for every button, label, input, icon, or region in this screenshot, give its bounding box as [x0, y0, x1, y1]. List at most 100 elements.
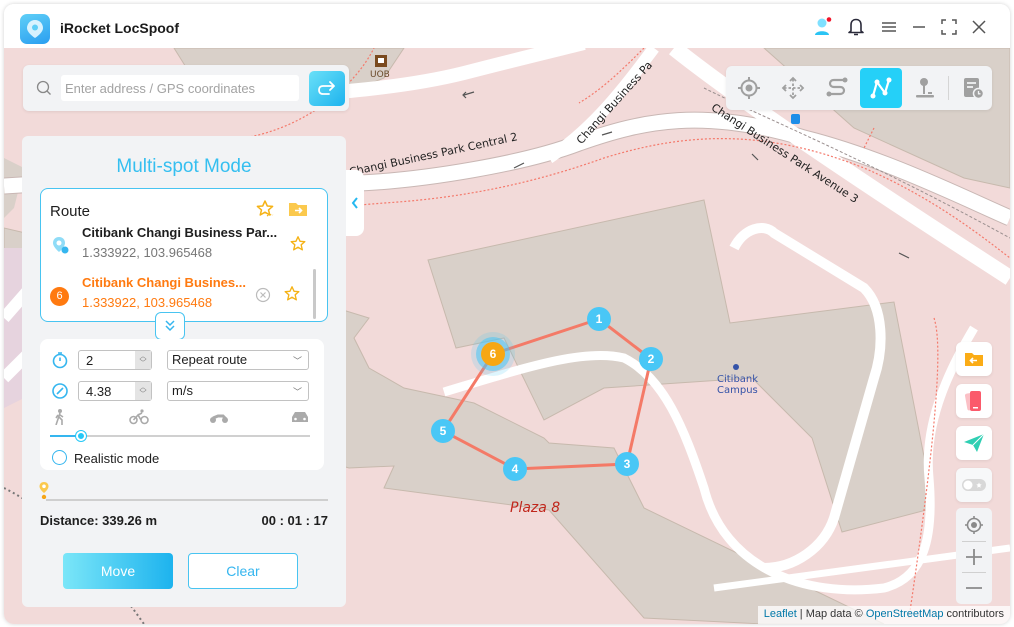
route-list: Route Citibank Changi Business Par... 1.… [40, 188, 328, 322]
chevron-left-icon [351, 197, 358, 209]
route-list-scrollbar[interactable] [313, 269, 316, 319]
duration-readout: 00 : 01 : 17 [261, 513, 329, 528]
minimize-icon[interactable] [908, 16, 930, 38]
locate-icon [965, 516, 983, 534]
waypoint-marker[interactable]: 4 [503, 457, 527, 481]
app-logo-icon [20, 14, 50, 44]
device-button[interactable] [956, 384, 992, 418]
multi-spot-panel: Multi-spot Mode Route Citibank Changi Bu… [22, 136, 346, 607]
toggle-icon [962, 479, 986, 491]
map-label-campus: Campus [717, 385, 758, 396]
redirect-arrow-icon [318, 80, 335, 95]
repeat-mode-select[interactable]: Repeat route ﹀ [167, 350, 309, 370]
zoom-controls [956, 508, 992, 604]
repeat-mode-value: Repeat route [172, 352, 248, 367]
bus-stop-icon [791, 114, 800, 124]
realistic-mode-label: Realistic mode [74, 451, 160, 466]
current-position-marker[interactable]: 6 [481, 342, 505, 366]
repeat-count-field[interactable]: ︿﹀ [78, 350, 152, 370]
device-icon [965, 391, 981, 411]
joystick-icon [916, 78, 934, 98]
search-input[interactable] [61, 75, 299, 101]
send-location-button[interactable] [956, 426, 992, 460]
collapse-panel-button[interactable] [346, 170, 364, 236]
leaflet-link[interactable]: Leaflet [764, 608, 797, 620]
chevron-down-icon: ﹀ [292, 387, 302, 397]
search-icon [36, 80, 51, 95]
route-label: Route [50, 203, 91, 220]
two-spot-mode-button[interactable] [816, 68, 858, 108]
favorite-star-icon[interactable] [289, 235, 307, 253]
map-canvas[interactable]: UOB Changi Business Park Central 2 Chang… [4, 48, 1010, 624]
joystick-move-mode-button[interactable] [772, 68, 814, 108]
speed-slider[interactable] [50, 431, 310, 441]
user-avatar-icon[interactable] [812, 16, 834, 38]
speed-slider-thumb[interactable] [76, 431, 87, 441]
toggle-button[interactable] [956, 468, 992, 502]
progress-pin-icon [39, 482, 49, 499]
favorite-star-icon[interactable] [283, 285, 301, 303]
remove-spot-icon[interactable] [255, 287, 271, 303]
route-item-start[interactable]: Citibank Changi Business Par... 1.333922… [41, 225, 313, 269]
close-icon[interactable] [968, 16, 990, 38]
history-button[interactable] [952, 68, 994, 108]
poi-dot-citibank [733, 364, 739, 370]
speed-input[interactable] [86, 383, 132, 399]
multi-spot-mode-button[interactable] [860, 68, 902, 108]
car-icon[interactable] [290, 409, 310, 425]
repeat-count-stepper[interactable]: ︿ ﹀ [135, 351, 151, 369]
speed-stepper[interactable]: ︿ ﹀ [135, 382, 151, 400]
send-icon [964, 433, 985, 452]
waypoint-marker[interactable]: 1 [587, 307, 611, 331]
import-route-folder-icon[interactable] [288, 199, 308, 219]
waypoint-marker[interactable]: 3 [615, 452, 639, 476]
chevron-down-icon: ﹀ [292, 356, 302, 366]
speedometer-icon [52, 383, 68, 399]
map-label-citibank: Citibank [717, 374, 759, 385]
history-icon [964, 78, 985, 100]
move-arrows-icon [781, 76, 805, 100]
start-location-icon [53, 237, 69, 254]
search-bar [23, 65, 349, 111]
waypoint-marker[interactable]: 2 [639, 347, 663, 371]
save-route-star-icon[interactable] [255, 199, 275, 219]
route-item-name: Citibank Changi Busines... [82, 275, 246, 290]
chevron-double-down-icon [165, 320, 175, 332]
toolbar-divider [948, 76, 949, 100]
locate-me-button[interactable] [956, 510, 992, 540]
map-label-uob: UOB [370, 70, 390, 80]
search-go-button[interactable] [309, 71, 345, 106]
joystick-mode-button[interactable] [904, 68, 946, 108]
menu-icon[interactable] [878, 16, 900, 38]
zoom-out-button[interactable] [956, 573, 992, 603]
import-folder-icon [965, 353, 983, 366]
expand-route-button[interactable] [155, 312, 185, 340]
zoom-in-button[interactable] [956, 542, 992, 572]
route-item-name: Citibank Changi Business Par... [82, 225, 278, 240]
route-item-coords: 1.333922, 103.965468 [82, 295, 213, 310]
map-attribution: Leaflet | Map data © OpenStreetMap contr… [757, 606, 1010, 624]
crosshair-icon [738, 77, 760, 99]
bell-icon[interactable] [845, 16, 867, 38]
zoom-out-icon [966, 587, 982, 589]
waypoint-marker[interactable]: 5 [431, 419, 455, 443]
clear-button[interactable]: Clear [188, 553, 298, 589]
realistic-mode-radio[interactable] [52, 450, 67, 465]
mode-toolbar [726, 66, 992, 110]
route-s-icon [826, 77, 848, 97]
speed-unit-value: m/s [172, 383, 193, 398]
import-gpx-button[interactable] [956, 342, 992, 376]
speed-unit-select[interactable]: m/s ﹀ [167, 381, 309, 401]
motorbike-icon[interactable] [209, 409, 229, 425]
map-label-plaza-8: Plaza 8 [510, 500, 561, 516]
speed-field[interactable]: ︿﹀ [78, 381, 152, 401]
move-button[interactable]: Move [63, 553, 173, 589]
timer-icon [52, 352, 68, 369]
teleport-mode-button[interactable] [728, 68, 770, 108]
openstreetmap-link[interactable]: OpenStreetMap [866, 608, 944, 620]
repeat-count-input[interactable] [86, 352, 132, 368]
walk-icon[interactable] [50, 409, 70, 425]
maximize-icon[interactable] [938, 16, 960, 38]
bike-icon[interactable] [129, 409, 149, 425]
distance-readout: Distance: 339.26 m [40, 513, 158, 528]
